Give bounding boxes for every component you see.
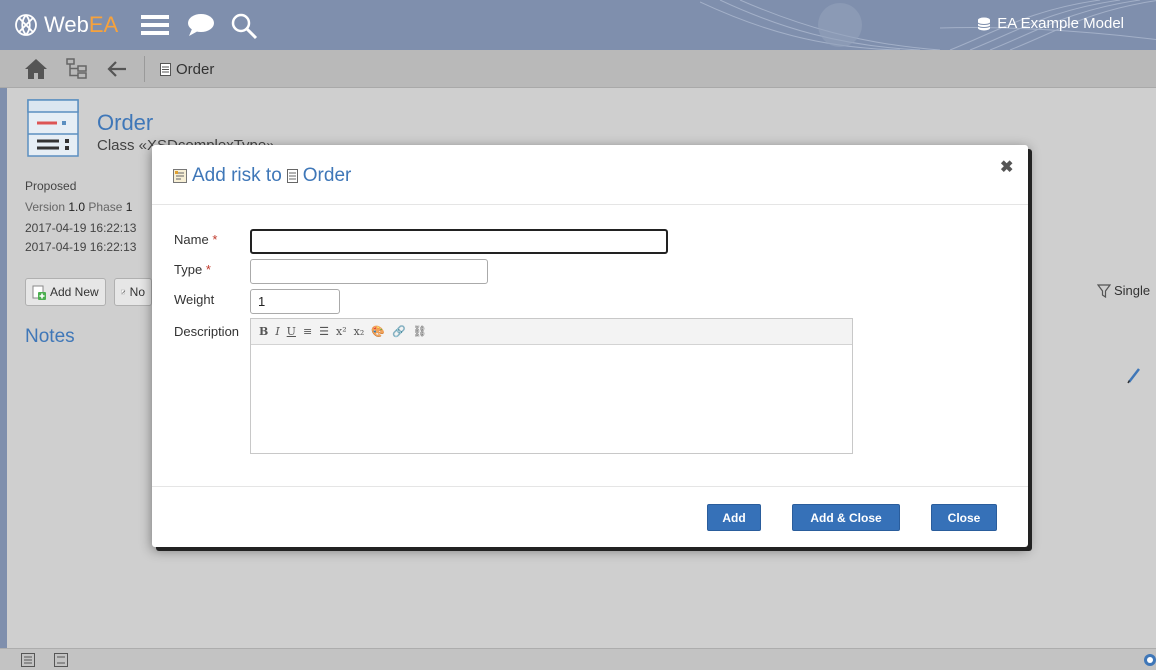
hamburger-menu-icon[interactable]	[140, 13, 170, 37]
app-header: WebEA EA Example Model	[0, 0, 1156, 50]
name-label: Name *	[174, 232, 217, 247]
breadcrumb[interactable]: Order	[160, 61, 214, 78]
weight-input[interactable]	[250, 289, 340, 314]
model-name-label: EA Example Model	[997, 15, 1124, 32]
brand-web: Web	[44, 12, 89, 37]
model-selector[interactable]: EA Example Model	[977, 15, 1124, 32]
class-element-icon	[160, 63, 171, 76]
navigation-bar: Order	[0, 50, 1156, 88]
close-icon[interactable]: ✖	[1000, 157, 1013, 177]
filter-icon	[1097, 283, 1111, 298]
modified-date: 2017-04-19 16:22:13	[25, 240, 137, 254]
version-value: 1.0	[68, 200, 86, 214]
dialog-title: Add risk to Order	[173, 165, 351, 187]
add-button[interactable]: Add	[707, 504, 761, 531]
properties-view-icon[interactable]	[54, 653, 68, 667]
superscript-button[interactable]: x²	[336, 325, 347, 338]
database-icon	[977, 17, 991, 30]
home-icon[interactable]	[24, 58, 48, 80]
user-status-icon[interactable]	[1143, 653, 1156, 667]
risk-icon	[173, 169, 187, 183]
pencil-icon[interactable]	[1126, 366, 1142, 384]
filter-single-button[interactable]: Single	[1097, 283, 1150, 298]
list-view-icon[interactable]	[21, 653, 35, 667]
left-edge-strip	[0, 88, 7, 648]
element-version-row: Version 1.0 Phase 1	[25, 200, 132, 214]
numbered-list-button[interactable]: ≡	[303, 325, 312, 338]
subscript-button[interactable]: x₂	[354, 325, 365, 338]
version-label: Version	[25, 200, 66, 214]
required-marker: *	[205, 262, 211, 277]
description-label: Description	[174, 324, 240, 339]
add-new-button[interactable]: Add New	[25, 278, 106, 306]
breadcrumb-label: Order	[176, 61, 215, 78]
phase-label: Phase	[88, 200, 123, 214]
class-element-icon	[286, 169, 298, 183]
underline-button[interactable]: U	[287, 325, 296, 338]
notes-button-label: No	[129, 285, 145, 299]
description-editor: B I U ≡ ☰ x² x₂ 🎨 🔗 ⛓	[250, 318, 853, 454]
bullet-list-button[interactable]: ☰	[319, 325, 329, 338]
notes-button[interactable]: No	[114, 278, 152, 306]
name-input[interactable]	[250, 229, 668, 254]
dialog-title-prefix: Add risk to	[192, 165, 282, 186]
type-input[interactable]	[250, 259, 488, 284]
add-document-icon	[32, 285, 46, 300]
edit-notes-icon	[121, 289, 126, 295]
text-color-button[interactable]: 🎨	[371, 325, 385, 338]
app-logo[interactable]: WebEA	[14, 10, 118, 40]
brand-ea: EA	[88, 12, 119, 37]
webea-logo-icon	[15, 14, 37, 36]
notes-heading: Notes	[25, 326, 75, 347]
name-label-text: Name	[174, 232, 209, 247]
add-new-label: Add New	[50, 285, 99, 299]
browser-tree-icon[interactable]	[66, 58, 88, 80]
remove-link-button[interactable]: ⛓	[413, 325, 427, 338]
dialog-title-target: Order	[302, 165, 352, 186]
created-date: 2017-04-19 16:22:13	[25, 221, 137, 235]
phase-value: 1	[125, 200, 133, 214]
class-element-large-icon	[27, 99, 79, 157]
add-risk-dialog: Add risk to Order ✖ Name * Type * Weight…	[152, 145, 1028, 547]
dialog-footer: Add Add & Close Close	[152, 486, 1028, 547]
bold-button[interactable]: B	[259, 325, 268, 338]
element-status: Proposed	[25, 179, 77, 193]
insert-link-button[interactable]: 🔗	[392, 325, 406, 338]
weight-label: Weight	[174, 292, 215, 307]
search-icon[interactable]	[230, 13, 258, 41]
type-label: Type *	[174, 262, 211, 277]
required-marker: *	[212, 232, 218, 247]
nav-separator	[144, 56, 145, 82]
dialog-header: Add risk to Order ✖	[152, 145, 1028, 205]
type-label-text: Type	[174, 262, 203, 277]
italic-button[interactable]: I	[275, 325, 279, 338]
chat-bubble-icon[interactable]	[186, 13, 216, 37]
description-text-area[interactable]	[251, 345, 852, 453]
status-bar	[0, 648, 1156, 670]
element-title: Order	[97, 110, 154, 135]
close-button[interactable]: Close	[931, 504, 997, 531]
editor-toolbar: B I U ≡ ☰ x² x₂ 🎨 🔗 ⛓	[251, 319, 852, 345]
back-arrow-icon[interactable]	[106, 58, 128, 80]
add-and-close-button[interactable]: Add & Close	[792, 504, 900, 531]
filter-label: Single	[1114, 283, 1151, 298]
